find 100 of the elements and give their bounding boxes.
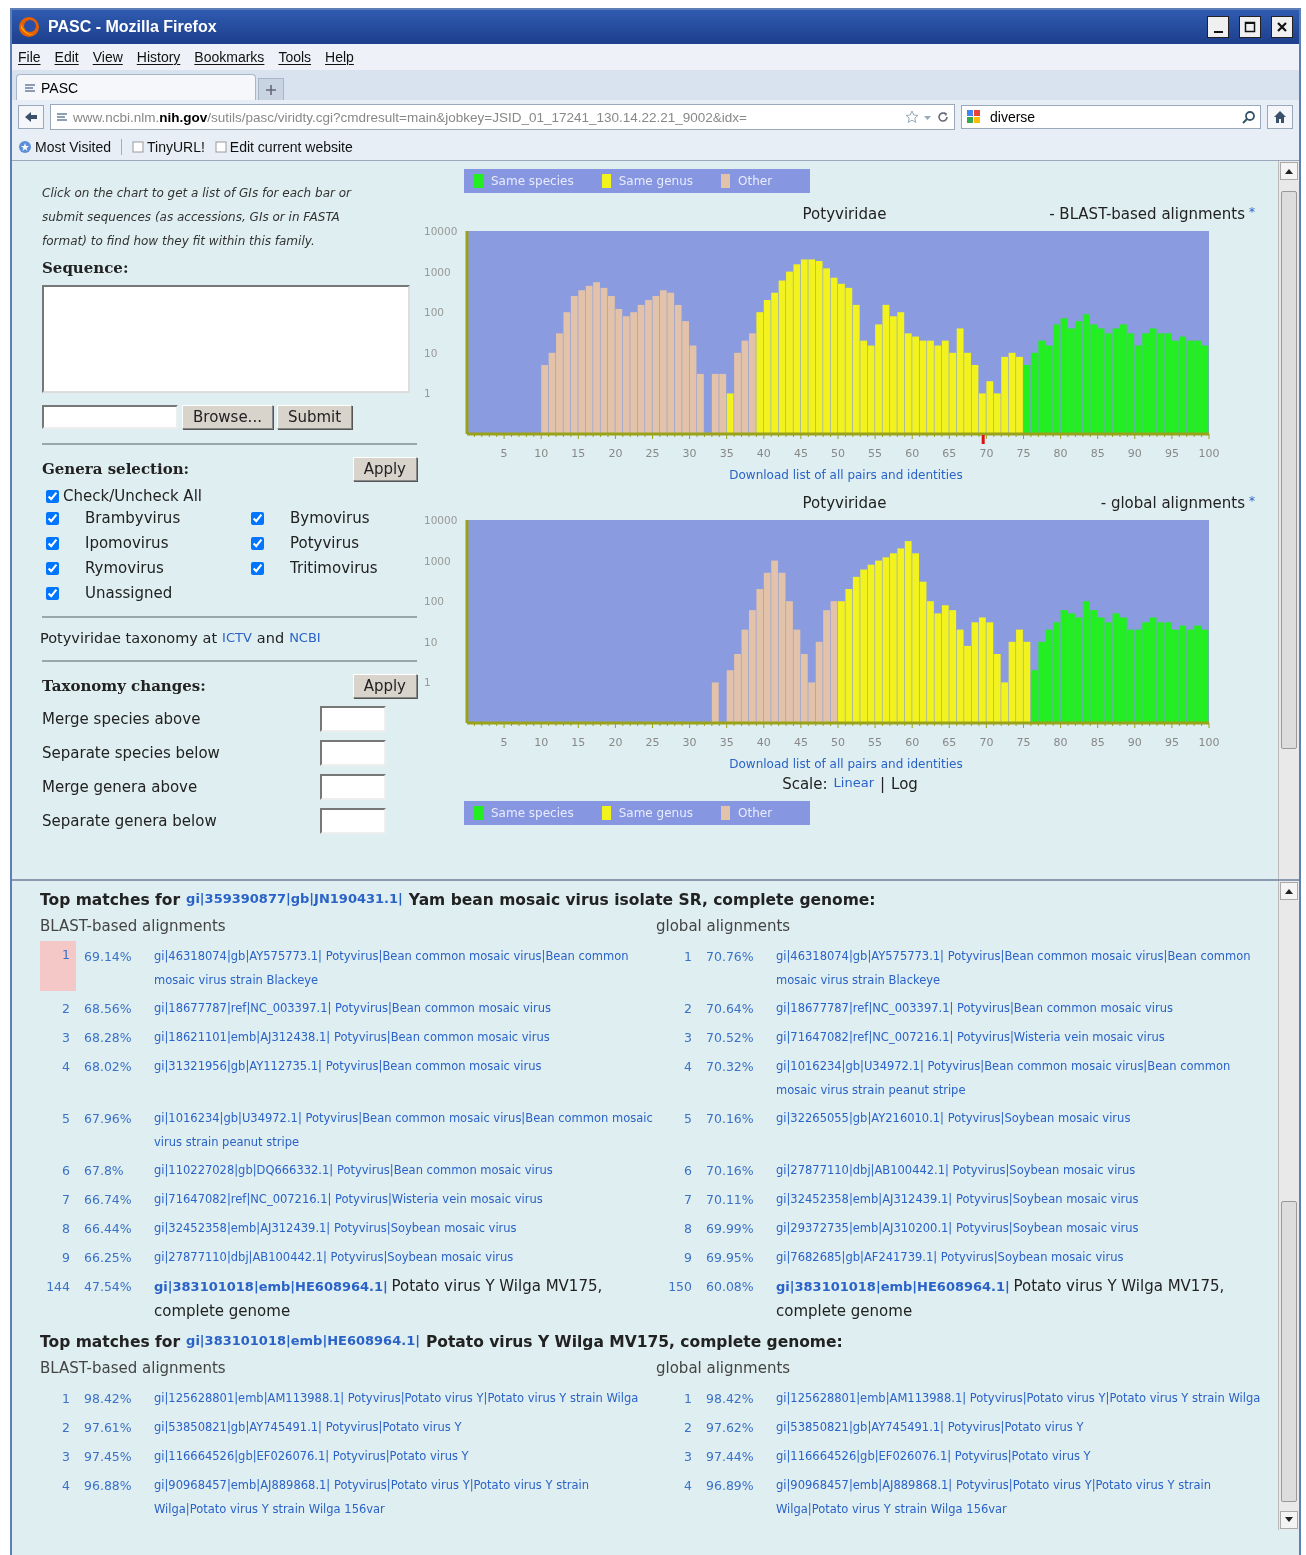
chart-subtitle: - BLAST-based alignments [1049,205,1245,223]
menu-item[interactable]: History [136,49,181,65]
match-entry[interactable]: gi|27877110|dbj|AB100442.1| Potyvirus|Soybean mosaic virus [776,1157,1271,1186]
match-entry[interactable]: gi|125628801|emb|AM113988.1| Potyvirus|Potato virus Y|Potato virus Y strain Wilga [776,1385,1271,1414]
accession-link[interactable]: gi|383101018|emb|HE608964.1| [186,1333,420,1351]
match-entry[interactable]: gi|53850821|gb|AY745491.1| Potyvirus|Potato virus Y [154,1414,654,1443]
x-tick-label: 15 [571,447,586,460]
x-tick-label: 85 [1090,447,1105,460]
column-title: global alignments [656,917,792,937]
address-field[interactable]: www.ncbi.nlm.nih.gov/sutils/pasc/viridty.cgi?cmdresult=main&jobkey=JSID_01_17241_130.14.22.21_9002&idx= [50,104,955,130]
identity-cell-text: 97.61% [84,1419,133,1437]
menu-item[interactable]: Tools [278,49,312,65]
legend-label: Same genus [618,806,693,820]
x-tick-label: 90 [1127,736,1142,749]
match-entry[interactable]: gi|116664526|gb|EF026076.1| Potyvirus|Potato virus Y [154,1443,654,1472]
apply-button[interactable]: Apply [352,457,417,481]
rank-cell-text: 8 [61,1220,71,1238]
browse-button[interactable]: Browse... [182,405,273,429]
bookmark-item[interactable]: TinyURL! [132,139,205,155]
x-tick-label: 20 [608,736,623,749]
identity-cell-text: 96.88% [84,1477,133,1495]
match-entry[interactable]: gi|90968457|emb|AJ889868.1| Potyvirus|Potato virus Y|Potato virus Y strain Wilga|Potato virus Y strain Wilga 156var [776,1472,1271,1524]
bookmark-item[interactable]: Most Visited [18,139,111,155]
menu-item[interactable]: Edit [54,49,79,65]
chart-subtitle: - global alignments [1100,494,1245,512]
match-entry[interactable]: gi|31321956|gb|AY112735.1| Potyvirus|Bean common mosaic virus [154,1053,654,1082]
rank-cell-text: 5 [683,1110,693,1128]
note-link[interactable]: * [1249,205,1255,219]
x-tick-label: 15 [571,736,586,749]
download-link[interactable]: Download list of all pairs and identities [546,468,1146,482]
identity-cell-text: 68.28% [84,1029,133,1047]
apply-button[interactable]: Apply [352,674,417,698]
rank-cell-text: 150 [667,1278,693,1296]
column-title: global alignments [656,1359,792,1379]
y-tick-label: 10000 [424,514,458,526]
y-tick-label: 100 [424,306,445,319]
identity-cell-text: 70.16% [706,1110,755,1128]
tab-title: PASC [41,79,79,96]
identity-cell-text: 66.25% [84,1249,133,1267]
submit-button[interactable]: Submit [276,405,353,429]
note-link[interactable]: * [1249,494,1255,508]
search-field[interactable]: diverse [961,105,1261,129]
browser-tab[interactable]: PASC [16,74,256,100]
menu-item[interactable]: View [92,49,123,65]
chart-title: Potyviridae [802,205,887,223]
x-tick-label: 95 [1164,736,1179,749]
scale-link[interactable]: Linear [833,775,874,793]
match-entry[interactable]: gi|32452358|emb|AJ312439.1| Potyvirus|Soybean mosaic virus [154,1215,654,1244]
match-entry[interactable]: gi|383101018|emb|HE608964.1| Potato virus Y Wilga MV175, complete genome [776,1273,1271,1327]
match-entry[interactable]: gi|29372735|emb|AJ310200.1| Potyvirus|Soybean mosaic virus [776,1215,1271,1244]
y-tick-label: 1000 [424,265,451,278]
match-entry[interactable]: gi|125628801|emb|AM113988.1| Potyvirus|Potato virus Y|Potato virus Y strain Wilga [154,1385,654,1414]
x-tick-label: 25 [645,447,660,460]
match-entry[interactable]: gi|18677787|ref|NC_003397.1| Potyvirus|Bean common mosaic virus [776,995,1271,1024]
checkbox-label: Rymovirus [85,559,164,577]
rank-cell-text: 3 [683,1029,693,1047]
rank-cell-text: 9 [683,1249,693,1267]
match-entry[interactable]: gi|32265055|gb|AY216010.1| Potyvirus|Soybean mosaic virus [776,1105,1271,1134]
y-tick-label: 10 [424,635,438,648]
match-entry[interactable]: gi|116664526|gb|EF026076.1| Potyvirus|Potato virus Y [776,1443,1271,1472]
identity-cell-text: 69.99% [706,1220,755,1238]
identity-cell-text: 66.74% [84,1191,133,1209]
match-entry[interactable]: gi|110227028|gb|DQ666332.1| Potyvirus|Bean common mosaic virus [154,1157,654,1186]
taxonomy-link[interactable]: NCBI [289,630,321,646]
menu-item[interactable]: File [18,49,41,65]
rank-cell-text: 4 [683,1477,693,1495]
bookmark-item[interactable]: Edit current website [214,139,353,155]
rank-cell-text: 7 [61,1191,71,1209]
rank-cell-text: 3 [61,1448,71,1466]
download-link[interactable]: Download list of all pairs and identities [546,757,1146,771]
x-tick-label: 30 [682,447,697,460]
menu-item[interactable]: Bookmarks [194,49,265,65]
match-entry[interactable]: gi|32452358|emb|AJ312439.1| Potyvirus|Soybean mosaic virus [776,1186,1271,1215]
match-entry[interactable]: gi|18677787|ref|NC_003397.1| Potyvirus|Bean common mosaic virus [154,995,654,1024]
match-entry[interactable]: gi|18621101|emb|AJ312438.1| Potyvirus|Bean common mosaic virus [154,1024,654,1053]
identity-cell-text: 70.52% [706,1029,755,1047]
match-entry[interactable]: gi|71647082|ref|NC_007216.1| Potyvirus|Wisteria vein mosaic virus [776,1024,1271,1053]
search-input[interactable]: diverse [988,108,1238,126]
x-tick-label: 50 [831,447,845,460]
identity-cell-text: 69.14% [84,948,133,966]
accession-link[interactable]: gi|359390877|gb|JN190431.1| [186,891,403,909]
scale-option[interactable]: Log [891,775,918,793]
match-entry[interactable]: gi|71647082|ref|NC_007216.1| Potyvirus|Wisteria vein mosaic virus [154,1186,654,1215]
rank-cell-text: 144 [45,1278,71,1296]
match-entry[interactable]: gi|7682685|gb|AF241739.1| Potyvirus|Soybean mosaic virus [776,1244,1271,1273]
match-entry[interactable]: gi|383101018|emb|HE608964.1| Potato virus Y Wilga MV175, complete genome [154,1273,654,1327]
x-tick-label: 85 [1090,736,1105,749]
scale-label: Scale: [782,775,828,793]
x-tick-label: 100 [1198,447,1220,460]
match-entry[interactable]: gi|53850821|gb|AY745491.1| Potyvirus|Potato virus Y [776,1414,1271,1443]
match-entry[interactable]: gi|27877110|dbj|AB100442.1| Potyvirus|Soybean mosaic virus [154,1244,654,1273]
rank-cell-text: 4 [61,1058,71,1076]
checkbox-label: Tritimovirus [290,559,378,577]
section-title: Taxonomy changes: [42,677,206,695]
rank-cell-text: 2 [61,1419,71,1437]
menu-item[interactable]: Help [325,49,354,65]
taxonomy-link[interactable]: ICTV [222,630,252,646]
results-heading: Top matches for gi|383101018|emb|HE608964.1| Potato virus Y Wilga MV175, complete genome: [40,1333,844,1351]
match-entry[interactable]: gi|90968457|emb|AJ889868.1| Potyvirus|Potato virus Y|Potato virus Y strain Wilga|Potato virus Y strain Wilga 156var [154,1472,654,1524]
identity-cell-text: 70.76% [706,948,755,966]
